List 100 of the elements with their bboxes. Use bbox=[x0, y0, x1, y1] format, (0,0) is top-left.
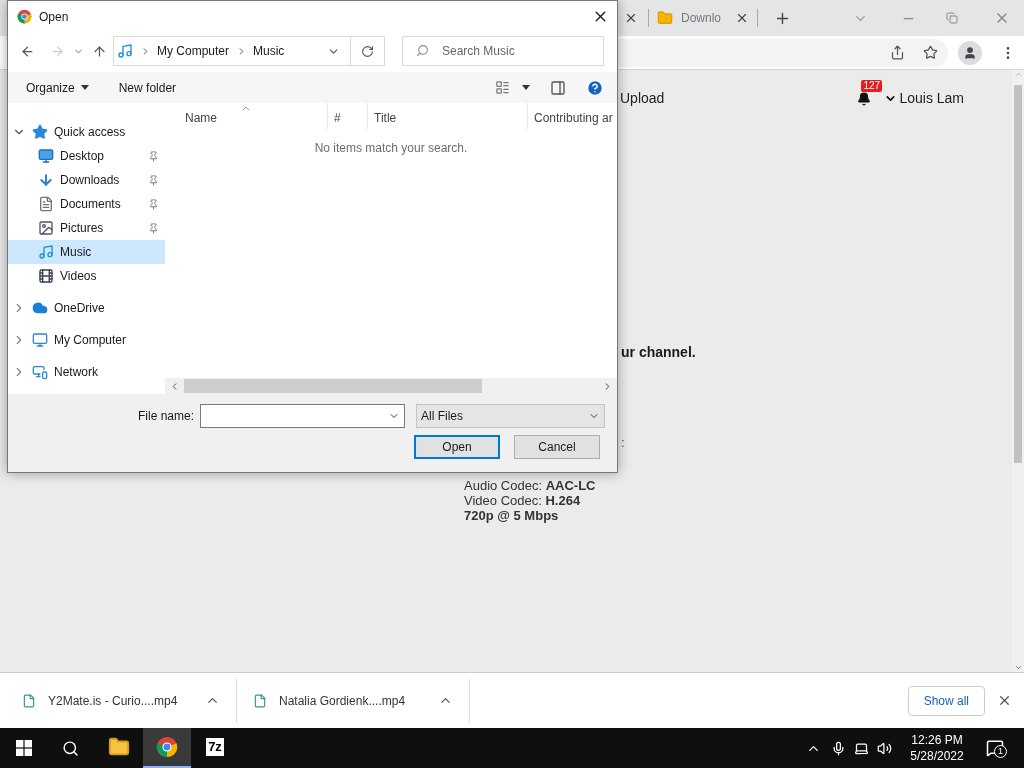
star-icon bbox=[32, 124, 48, 140]
person-icon bbox=[963, 45, 977, 60]
column-header[interactable]: Name bbox=[165, 103, 328, 129]
nav-tree-label: Downloads bbox=[60, 172, 121, 189]
dialog-title: Open bbox=[39, 8, 69, 26]
caret-icon bbox=[80, 85, 89, 90]
column-header[interactable]: Contributing ar bbox=[528, 103, 617, 129]
taskbar-app[interactable]: 7z bbox=[191, 728, 239, 768]
breadcrumb-item[interactable]: My Computer bbox=[157, 42, 230, 60]
computer-icon bbox=[32, 332, 48, 348]
page-scrollbar[interactable] bbox=[1012, 70, 1024, 672]
folder-icon bbox=[108, 736, 130, 758]
search-icon[interactable] bbox=[62, 739, 79, 757]
breadcrumb-item[interactable]: Music bbox=[253, 42, 285, 60]
codec-line: Video Codec: H.264 bbox=[464, 492, 582, 508]
column-label: Name bbox=[185, 110, 217, 127]
nav-tree-label: Quick access bbox=[54, 124, 127, 141]
chrome-logo-icon bbox=[17, 9, 32, 24]
search-icon bbox=[416, 44, 429, 57]
microphone-icon[interactable] bbox=[831, 740, 846, 756]
notification-count: 1 bbox=[994, 745, 1007, 758]
film-icon bbox=[38, 268, 54, 284]
nav-tree-label: OneDrive bbox=[54, 300, 106, 317]
nav-tree-label: Network bbox=[54, 364, 99, 381]
notifications-icon[interactable] bbox=[986, 739, 1004, 757]
file-type-select[interactable]: All Files bbox=[416, 404, 606, 428]
caret-icon[interactable] bbox=[522, 85, 530, 90]
nav-tree-label: Videos bbox=[60, 268, 98, 285]
nav-tree-label: Desktop bbox=[60, 148, 106, 165]
avatar[interactable] bbox=[958, 40, 982, 65]
file-name-label: File name: bbox=[138, 408, 195, 425]
notification-bell-icon[interactable] bbox=[857, 91, 872, 106]
clock[interactable]: 12:26 PM 5/28/2022 bbox=[900, 732, 974, 764]
browser-tab[interactable]: Downlo bbox=[649, 3, 758, 33]
text-fragment: : bbox=[621, 434, 625, 452]
column-label: # bbox=[334, 110, 341, 127]
nav-tree-item[interactable]: Quick access bbox=[8, 120, 165, 144]
close-icon[interactable] bbox=[997, 693, 1012, 708]
file-name-field[interactable] bbox=[200, 404, 406, 428]
codec-line: Audio Codec: AAC-LC bbox=[464, 477, 597, 493]
quality-text: 720p @ 5 Mbps bbox=[464, 507, 560, 523]
chrome-logo-icon bbox=[156, 736, 178, 758]
column-label: Title bbox=[374, 110, 397, 127]
music-note-icon bbox=[117, 43, 133, 59]
dialog-button[interactable]: Cancel bbox=[514, 435, 600, 459]
windows-start-icon[interactable] bbox=[16, 740, 32, 756]
folder-icon bbox=[657, 10, 673, 26]
scrollbar-thumb[interactable] bbox=[1014, 85, 1022, 463]
download-item[interactable]: Natalia Gordienk....mp4 bbox=[279, 691, 406, 710]
clock-date: 5/28/2022 bbox=[910, 748, 964, 764]
column-label: Contributing ar bbox=[534, 110, 613, 127]
network-icon bbox=[32, 364, 48, 380]
network-icon[interactable] bbox=[854, 740, 869, 756]
nav-tree-item[interactable]: Downloads bbox=[8, 168, 165, 192]
file-icon bbox=[253, 693, 267, 708]
view-options-icon[interactable] bbox=[495, 80, 510, 95]
new-folder-button[interactable]: New folder bbox=[118, 78, 177, 97]
dialog-button[interactable]: Open bbox=[414, 435, 500, 459]
upload-link[interactable]: Upload bbox=[620, 88, 665, 109]
music-note-icon bbox=[38, 244, 54, 260]
picture-icon bbox=[38, 220, 54, 236]
nav-tree-label: Music bbox=[60, 244, 93, 261]
show-all-button[interactable]: Show all bbox=[907, 685, 985, 716]
volume-icon[interactable] bbox=[877, 740, 892, 756]
preview-pane-icon[interactable] bbox=[550, 79, 566, 96]
column-header[interactable]: # bbox=[328, 103, 368, 129]
channel-text: ur channel. bbox=[621, 343, 696, 362]
column-header[interactable]: Title bbox=[368, 103, 528, 129]
share-icon[interactable] bbox=[890, 45, 905, 60]
user-name[interactable]: Louis Lam bbox=[899, 88, 964, 109]
close-tab-icon[interactable] bbox=[624, 11, 638, 25]
empty-message: No items match your search. bbox=[314, 140, 468, 157]
nav-tree-item[interactable]: Videos bbox=[8, 264, 165, 288]
nav-tree-item[interactable]: Music bbox=[8, 240, 165, 264]
app-logo: 7z bbox=[206, 738, 224, 756]
taskbar-app[interactable] bbox=[143, 728, 191, 768]
nav-tree-label: Documents bbox=[60, 196, 122, 213]
help-icon[interactable] bbox=[586, 78, 604, 97]
search-field[interactable]: Search Music bbox=[402, 36, 604, 66]
notification-count: 127 bbox=[861, 79, 883, 92]
nav-tree-item[interactable]: Documents bbox=[8, 192, 165, 216]
file-icon bbox=[22, 693, 36, 708]
nav-tree-item[interactable]: Network bbox=[8, 360, 165, 384]
horizontal-scrollbar[interactable] bbox=[165, 378, 617, 394]
scroll-down-icon[interactable] bbox=[1013, 663, 1023, 672]
bookmark-star-icon[interactable] bbox=[923, 45, 938, 60]
nav-tree-item[interactable]: My Computer bbox=[8, 328, 165, 352]
monitor-icon bbox=[38, 148, 54, 164]
nav-tree-item[interactable]: Pictures bbox=[8, 216, 165, 240]
tab-title: Downlo bbox=[681, 10, 722, 27]
download-item[interactable]: Y2Mate.is - Curio....mp4 bbox=[48, 691, 178, 710]
nav-tree-label: Pictures bbox=[60, 220, 105, 237]
organize-button[interactable]: Organize bbox=[26, 78, 89, 97]
cloud-icon bbox=[32, 300, 48, 316]
nav-tree-item[interactable]: Desktop bbox=[8, 144, 165, 168]
address-box[interactable]: My Computer Music bbox=[113, 36, 385, 66]
nav-tree-item[interactable]: OneDrive bbox=[8, 296, 165, 320]
scrollbar-thumb[interactable] bbox=[184, 379, 482, 393]
download-icon bbox=[38, 172, 54, 188]
refresh-icon[interactable] bbox=[361, 44, 374, 58]
